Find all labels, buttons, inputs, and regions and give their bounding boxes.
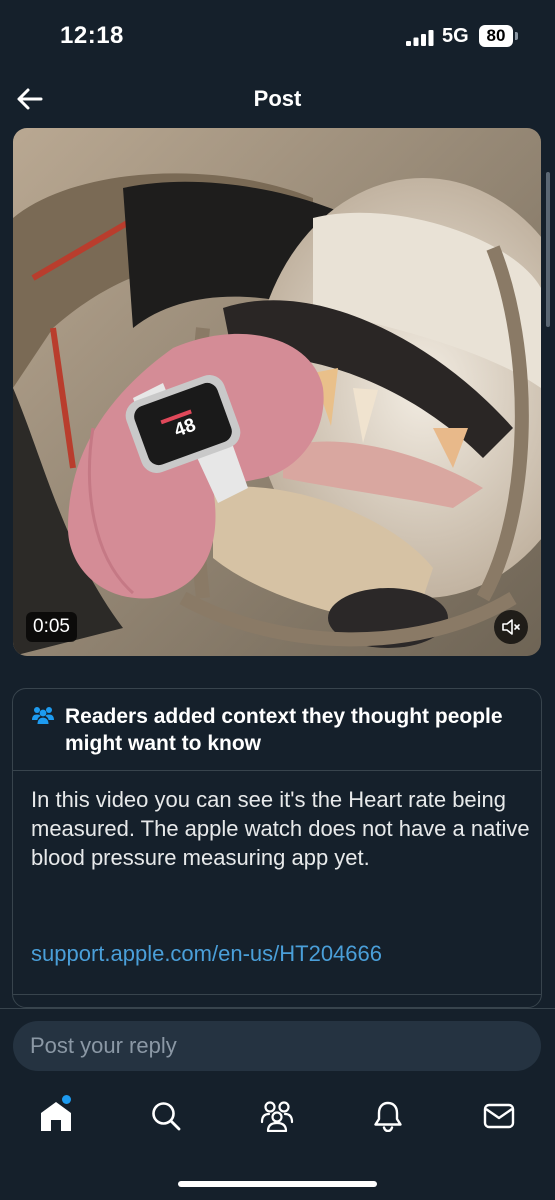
- note-source-link[interactable]: support.apple.com/en-us/HT204666: [31, 941, 382, 967]
- tab-notifications[interactable]: [366, 1096, 410, 1136]
- tab-search[interactable]: [144, 1096, 188, 1136]
- scrollbar[interactable]: [546, 172, 550, 327]
- reply-input[interactable]: [13, 1021, 541, 1071]
- battery-icon: 80: [479, 25, 513, 47]
- battery-nub: [515, 32, 518, 40]
- video-timestamp: 0:05: [26, 612, 77, 642]
- video-player[interactable]: 48 0:05: [13, 128, 541, 656]
- status-bar: 12:18 5G 80: [0, 0, 555, 70]
- nav-header: Post: [0, 72, 555, 126]
- bell-icon: [374, 1101, 402, 1132]
- tab-communities[interactable]: [255, 1096, 299, 1136]
- home-icon: [41, 1102, 71, 1131]
- mail-icon: [483, 1103, 515, 1129]
- status-time: 12:18: [60, 22, 124, 49]
- signal-icon: [406, 30, 434, 46]
- community-note: Readers added context they thought peopl…: [12, 688, 542, 1008]
- page-title: Post: [253, 86, 302, 111]
- video-frame: 48: [13, 128, 541, 656]
- search-icon: [152, 1102, 181, 1131]
- tab-home[interactable]: [34, 1096, 78, 1136]
- note-header: Readers added context they thought peopl…: [13, 689, 541, 771]
- speaker-muted-icon: [502, 619, 520, 635]
- communities-icon: [260, 1101, 294, 1132]
- notification-dot: [62, 1095, 71, 1104]
- note-body: In this video you can see it's the Heart…: [31, 787, 530, 870]
- note-title: Readers added context they thought peopl…: [65, 705, 503, 755]
- people-icon: [32, 707, 54, 724]
- home-indicator[interactable]: [178, 1181, 377, 1187]
- network-label: 5G: [442, 25, 469, 47]
- reply-bar: [0, 1008, 555, 1080]
- mute-button[interactable]: [494, 610, 528, 644]
- divider: [13, 994, 541, 995]
- tab-messages[interactable]: [477, 1096, 521, 1136]
